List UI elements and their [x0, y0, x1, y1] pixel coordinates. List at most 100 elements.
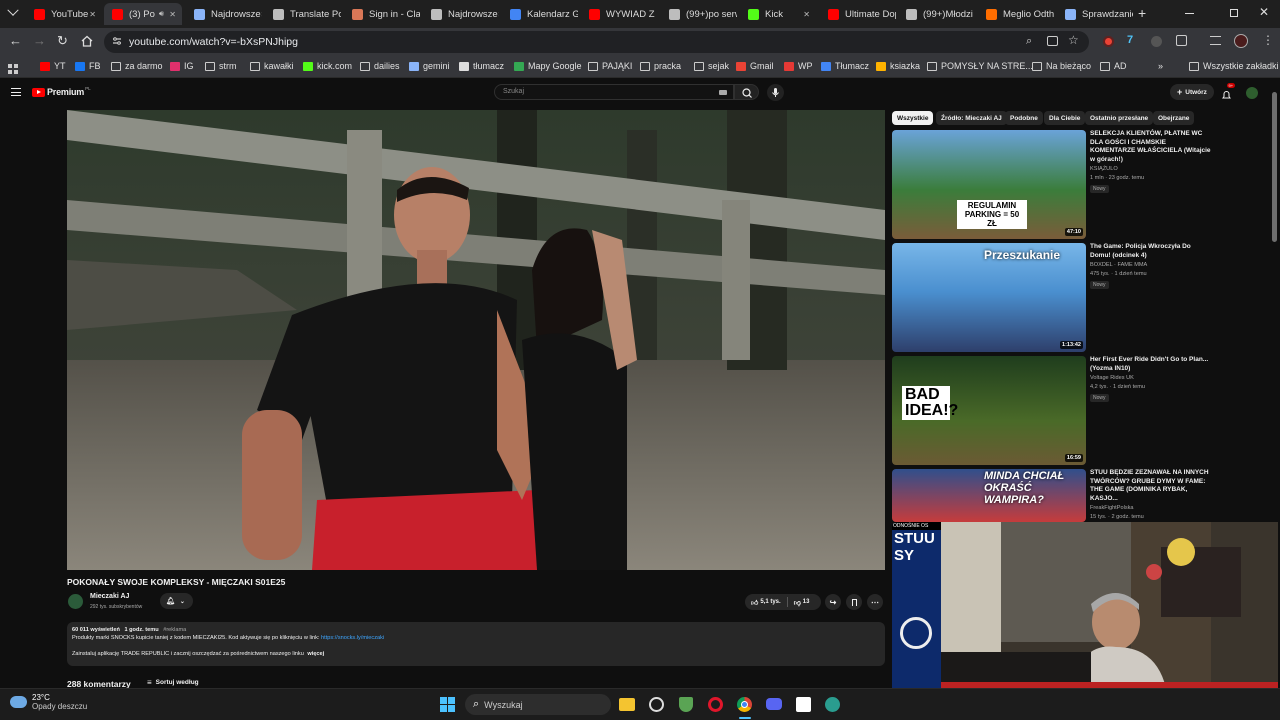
close-tab-icon[interactable]: ✕	[89, 10, 96, 19]
shield-app-icon[interactable]	[679, 697, 693, 712]
more-actions-button[interactable]: ⋯	[867, 594, 883, 610]
voice-search-button[interactable]	[767, 84, 784, 101]
sort-comments-button[interactable]: ≡ Sortuj według	[147, 678, 199, 687]
share-button[interactable]: ↪	[825, 594, 841, 610]
save-button[interactable]	[846, 594, 862, 610]
extension-icon[interactable]: 7	[1127, 34, 1133, 46]
taskbar-search-box[interactable]: ⌕ Wyszukaj	[465, 694, 611, 715]
video-player[interactable]	[67, 110, 885, 570]
close-window-button[interactable]: ✕	[1259, 5, 1269, 19]
apps-grid-icon[interactable]	[8, 61, 18, 74]
bookmark-star-icon[interactable]: ☆	[1068, 33, 1079, 47]
zoom-icon[interactable]: ⌕	[1026, 35, 1032, 48]
browser-tab[interactable]: (99+)Młodzi✕	[898, 3, 974, 25]
back-arrow-icon[interactable]: ←	[9, 33, 22, 48]
bookmark-item[interactable]: kawałki	[250, 61, 294, 71]
bookmark-item[interactable]: dailies	[360, 61, 400, 71]
filter-chip[interactable]: Źródło: Mieczaki AJ	[936, 111, 1007, 125]
bookmark-item[interactable]: kick.com	[303, 61, 352, 71]
all-bookmarks-folder[interactable]: Wszystkie zakładki	[1189, 61, 1279, 71]
globe-app-icon[interactable]	[825, 697, 840, 712]
search-box[interactable]: Szukaj	[494, 84, 734, 100]
chrome-icon[interactable]	[737, 697, 752, 712]
description-link[interactable]: https://snocks.ly/mieczaki	[321, 635, 384, 641]
address-bar[interactable]: youtube.com/watch?v=-bXsPNJhipg ⌕ ☆	[104, 31, 1089, 53]
recommendation-thumbnail[interactable]: BAD IDEA!? 16:59	[892, 356, 1086, 465]
browser-tab[interactable]: WYWIAD Z M✕	[581, 3, 657, 25]
bookmark-item[interactable]: pracka	[640, 61, 681, 71]
extensions-puzzle-icon[interactable]	[1176, 35, 1187, 46]
forward-arrow-icon[interactable]: →	[33, 33, 46, 48]
recommendation-card[interactable]: REGULAMIN PARKING = 50 ZŁ 47:10 SELEKCJA K…	[892, 130, 1212, 239]
filter-chip[interactable]: Ostatnio przesłane	[1085, 111, 1154, 125]
browser-tab[interactable]: Meglio Odth✕	[978, 3, 1054, 25]
browser-tab[interactable]: Translate Poli✕	[265, 3, 341, 25]
bookmark-item[interactable]: ksiazka	[876, 61, 920, 71]
like-button[interactable]: 👍︎ 5,1 tys.	[745, 598, 781, 607]
bookmark-item[interactable]: AD	[1100, 61, 1127, 71]
subscription-bell-button[interactable]: 🔔︎ ⌄	[160, 593, 193, 609]
recommendation-channel[interactable]: Voltage Rides UK	[1090, 375, 1134, 382]
recommendation-card[interactable]: Przeszukanie 1:13:42 The Game: Policja Wkr…	[892, 243, 1212, 352]
channel-avatar[interactable]	[68, 594, 83, 609]
close-tab-icon[interactable]: ✕	[261, 10, 262, 19]
show-more-button[interactable]: więcej	[307, 651, 324, 657]
install-app-icon[interactable]	[1047, 36, 1058, 46]
filter-chip[interactable]: Wszystkie	[892, 111, 934, 125]
bookmark-item[interactable]: PAJĄKI	[588, 61, 632, 71]
reload-icon[interactable]: ↻	[57, 33, 68, 49]
bookmark-item[interactable]: tłumacz	[459, 61, 504, 71]
account-avatar[interactable]	[1246, 87, 1258, 99]
guide-menu-icon[interactable]	[11, 88, 21, 96]
search-button[interactable]	[734, 84, 759, 100]
browser-menu-icon[interactable]: ⋮	[1262, 33, 1274, 47]
recommendation-thumbnail[interactable]: MINDA CHCIAŁ OKRAŚĆ WAMPIRA?	[892, 469, 1086, 522]
bookmark-item[interactable]: Gmail	[736, 61, 774, 71]
new-tab-button[interactable]: +	[1138, 5, 1146, 21]
bookmarks-overflow-button[interactable]: »	[1158, 61, 1163, 71]
filter-chip[interactable]: Obejrzane	[1153, 111, 1195, 125]
recommendation-title[interactable]: Her First Ever Ride Didn't Go to Plan...…	[1090, 356, 1212, 373]
record-extension-icon[interactable]	[1103, 36, 1114, 47]
bookmark-item[interactable]: FB	[75, 61, 101, 71]
bookmark-item[interactable]: Tłumacz	[821, 61, 869, 71]
video-description[interactable]: 60 011 wyświetleń 1 godz. temu #reklama …	[67, 622, 885, 666]
keyboard-icon[interactable]	[719, 90, 727, 95]
bookmark-item[interactable]: WP	[784, 61, 813, 71]
bookmark-item[interactable]: Mapy Google	[514, 61, 582, 71]
maximize-window-button[interactable]	[1230, 9, 1238, 17]
hashtag-link[interactable]: #reklama	[163, 627, 186, 633]
site-info-icon[interactable]	[112, 36, 122, 46]
browser-tab[interactable]: Najdrowsze✕	[423, 3, 499, 25]
notifications-bell-icon[interactable]: 9+	[1222, 83, 1235, 99]
recommendation-card[interactable]: MINDA CHCIAŁ OKRAŚĆ WAMPIRA? STUU BĘDZIE …	[892, 469, 1212, 532]
bookmark-item[interactable]: gemini	[409, 61, 450, 71]
steelseries-app-icon[interactable]	[649, 697, 664, 712]
recommendation-channel[interactable]: KSIĄŻULO	[1090, 166, 1118, 173]
weather-widget[interactable]: 23°C Opady deszczu	[10, 693, 87, 711]
dislike-button[interactable]: 👎︎ 13	[794, 598, 810, 607]
browser-tab[interactable]: Kick ✕	[740, 3, 816, 25]
browser-tab[interactable]: (99+)po serw✕	[661, 3, 737, 25]
tab-search-chevron-icon[interactable]	[7, 4, 19, 16]
browser-tab[interactable]: Najdrowsze✕	[186, 3, 262, 25]
browser-tab[interactable]: (3) Po 🔊︎ ✕	[104, 3, 182, 25]
notion-icon[interactable]	[796, 697, 811, 712]
discord-icon[interactable]	[766, 698, 782, 710]
close-tab-icon[interactable]: ✕	[803, 10, 810, 19]
filter-chip[interactable]: Podobne	[1005, 111, 1043, 125]
recommendation-title[interactable]: SELEKCJA KLIENTÓW, PŁATNE WC DLA GOŚCI I…	[1090, 130, 1212, 164]
browser-tab[interactable]: Ultimate Dop✕	[820, 3, 896, 25]
audio-playing-icon[interactable]: 🔊︎	[159, 9, 164, 19]
browser-tab[interactable]: YouTube ✕	[26, 3, 102, 25]
browser-tab[interactable]: Kalendarz Go✕	[502, 3, 578, 25]
bookmark-item[interactable]: sejak	[694, 61, 729, 71]
search-input[interactable]: Szukaj	[503, 88, 524, 95]
close-tab-icon[interactable]: ✕	[973, 10, 974, 19]
close-tab-icon[interactable]: ✕	[498, 10, 499, 19]
profile-avatar[interactable]	[1234, 34, 1248, 48]
home-icon[interactable]	[81, 34, 93, 47]
recommendation-thumbnail[interactable]: Przeszukanie 1:13:42	[892, 243, 1086, 352]
recommendation-thumbnail[interactable]: REGULAMIN PARKING = 50 ZŁ 47:10	[892, 130, 1086, 239]
opera-icon[interactable]	[708, 697, 723, 712]
